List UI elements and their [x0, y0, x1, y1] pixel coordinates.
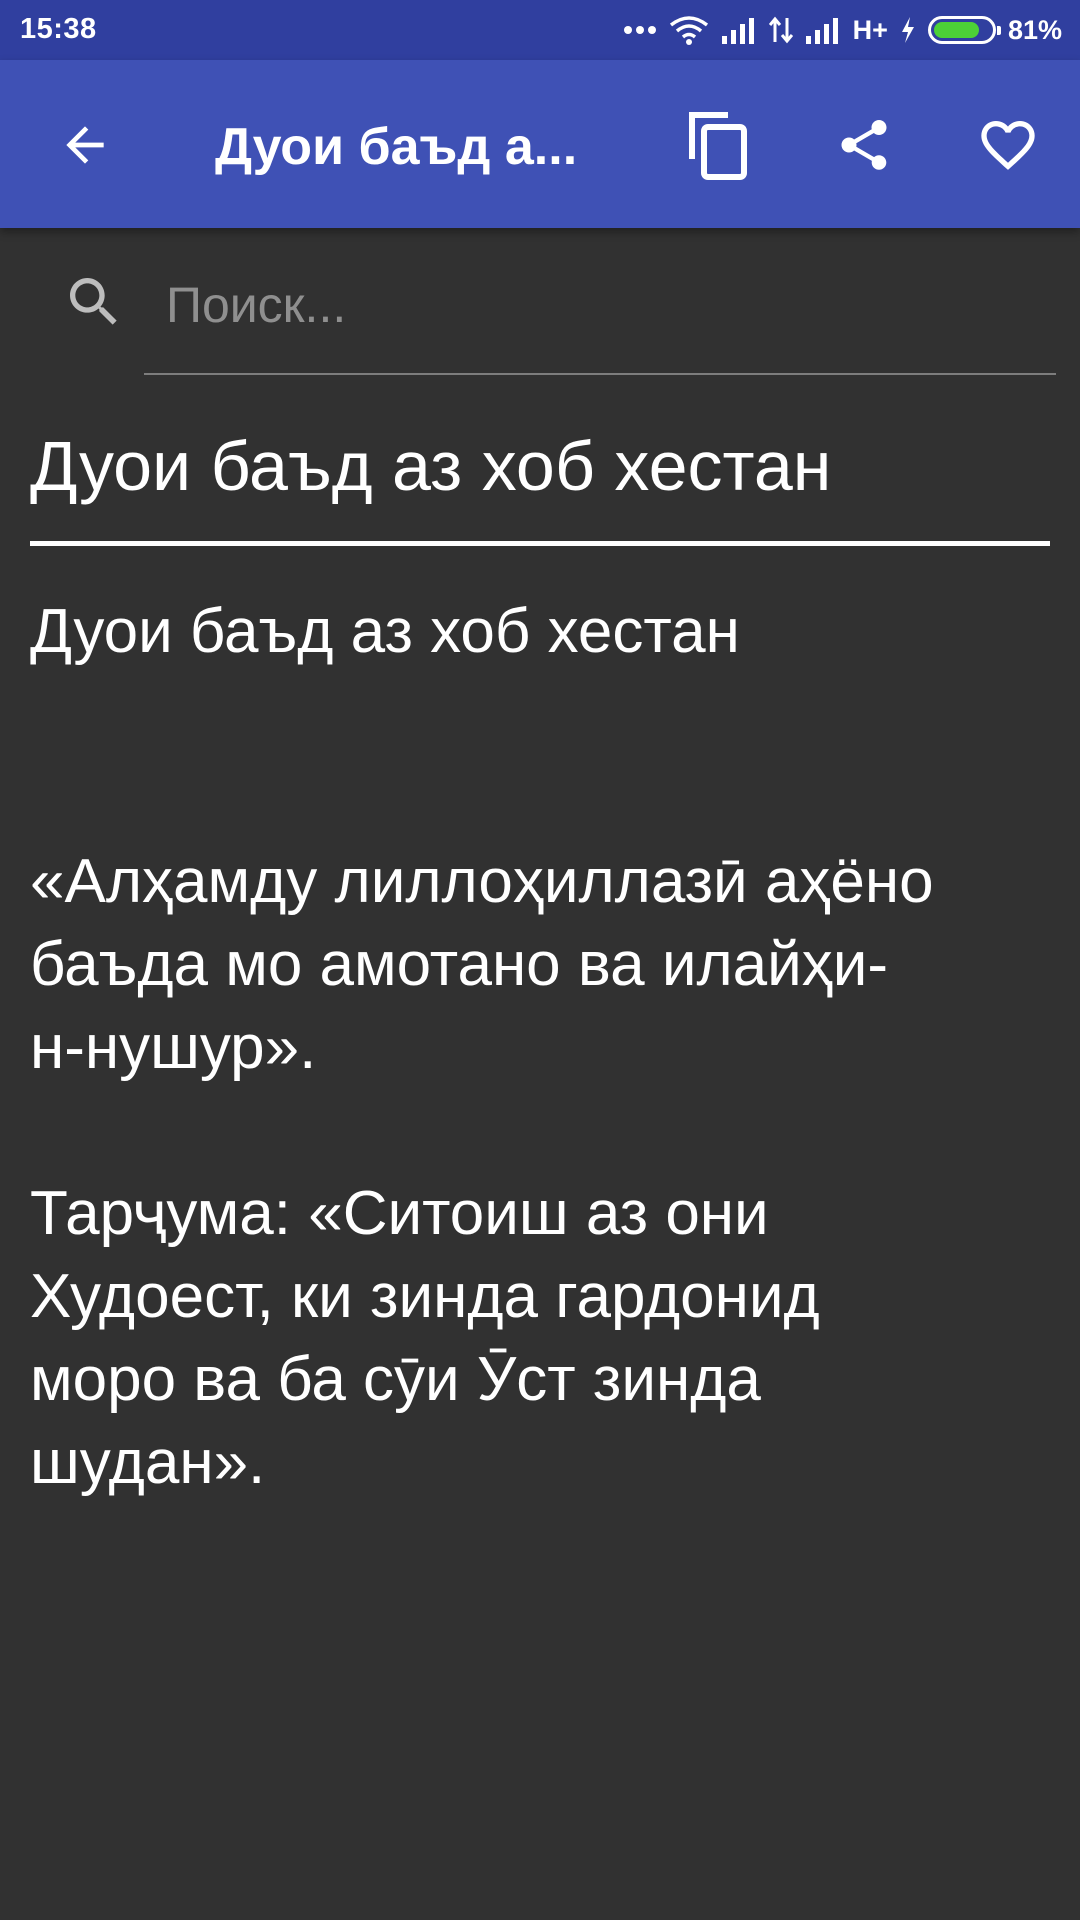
status-time: 15:38 [20, 13, 97, 45]
back-button[interactable] [40, 100, 130, 190]
favorite-button[interactable] [963, 100, 1053, 190]
app-bar-title: Дуои баъд а... [215, 118, 578, 176]
data-transfer-icon [768, 16, 793, 44]
back-arrow-icon [66, 126, 104, 164]
battery-level-fill [933, 22, 980, 38]
share-button[interactable] [819, 100, 909, 190]
prayer-text: «Алҳамду лиллоҳиллазӣ аҳёно баъда мо амо… [30, 847, 934, 1082]
signal-1-icon [721, 16, 757, 44]
status-icons: H+ 81% [623, 0, 1062, 60]
search-input[interactable] [144, 265, 1054, 345]
status-bar: 15:38 H+ 81% [0, 0, 1080, 60]
app-bar: Дуои баъд а... [0, 60, 1080, 228]
share-icon [841, 120, 887, 170]
charging-bolt-icon [900, 16, 916, 44]
content-body: Дуои баъд аз хоб хестан «Алҳамду лиллоҳи… [30, 590, 1060, 1504]
more-dots-icon [623, 25, 657, 35]
content-subtitle: Дуои баъд аз хоб хестан [30, 597, 740, 666]
network-type-label: H+ [852, 14, 888, 45]
battery-icon [927, 16, 1001, 44]
copy-button[interactable] [673, 100, 763, 190]
signal-2-icon [805, 16, 841, 44]
content-title: Дуои баъд аз хоб хестан [30, 427, 832, 505]
search-icon [70, 278, 117, 325]
title-divider [30, 541, 1050, 546]
battery-percent: 81% [1007, 14, 1062, 45]
search-underline [144, 373, 1056, 375]
copy-icon [689, 112, 747, 180]
translation-text: Тарҷума: «Ситоиш аз они Худоест, ки зинд… [30, 1179, 820, 1497]
wifi-icon [669, 15, 709, 45]
heart-icon [981, 121, 1035, 170]
